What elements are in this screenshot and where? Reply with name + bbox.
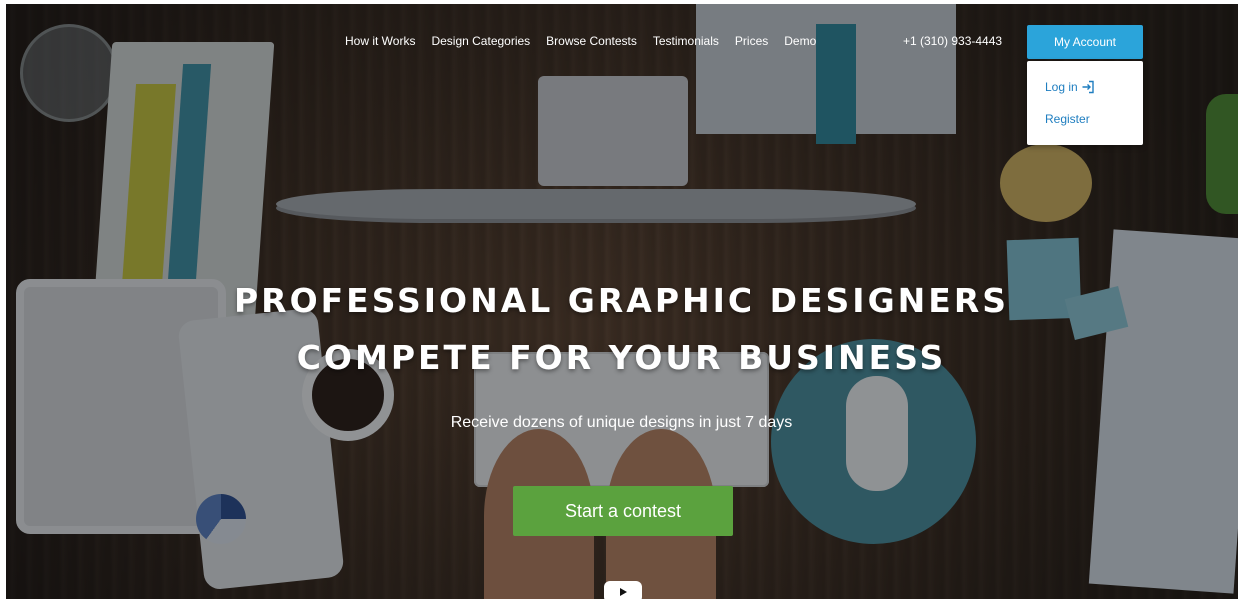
nav-demo[interactable]: Demo xyxy=(784,34,816,48)
login-label: Log in xyxy=(1045,80,1078,94)
nav-browse-contests[interactable]: Browse Contests xyxy=(546,34,637,48)
start-contest-button[interactable]: Start a contest xyxy=(513,486,733,536)
nav-how-it-works[interactable]: How it Works xyxy=(345,34,415,48)
hero-subtitle: Receive dozens of unique designs in just… xyxy=(450,414,793,431)
nav-design-categories[interactable]: Design Categories xyxy=(431,34,530,48)
register-link[interactable]: Register xyxy=(1045,112,1090,126)
nav-prices[interactable]: Prices xyxy=(735,34,768,48)
video-play-button[interactable] xyxy=(604,581,642,603)
login-icon xyxy=(1081,80,1095,94)
play-icon xyxy=(620,588,627,596)
login-link[interactable]: Log in xyxy=(1045,80,1095,94)
headline-line2: COMPETE FOR YOUR BUSINESS xyxy=(296,338,947,377)
my-account-button[interactable]: My Account xyxy=(1027,25,1143,59)
phone-number[interactable]: +1 (310) 933-4443 xyxy=(903,34,1002,48)
headline-line1: PROFESSIONAL GRAPHIC DESIGNERS xyxy=(233,281,1010,320)
account-dropdown: Log in Register xyxy=(1027,61,1143,145)
top-nav: How it Works Design Categories Browse Co… xyxy=(345,34,832,48)
nav-testimonials[interactable]: Testimonials xyxy=(653,34,719,48)
